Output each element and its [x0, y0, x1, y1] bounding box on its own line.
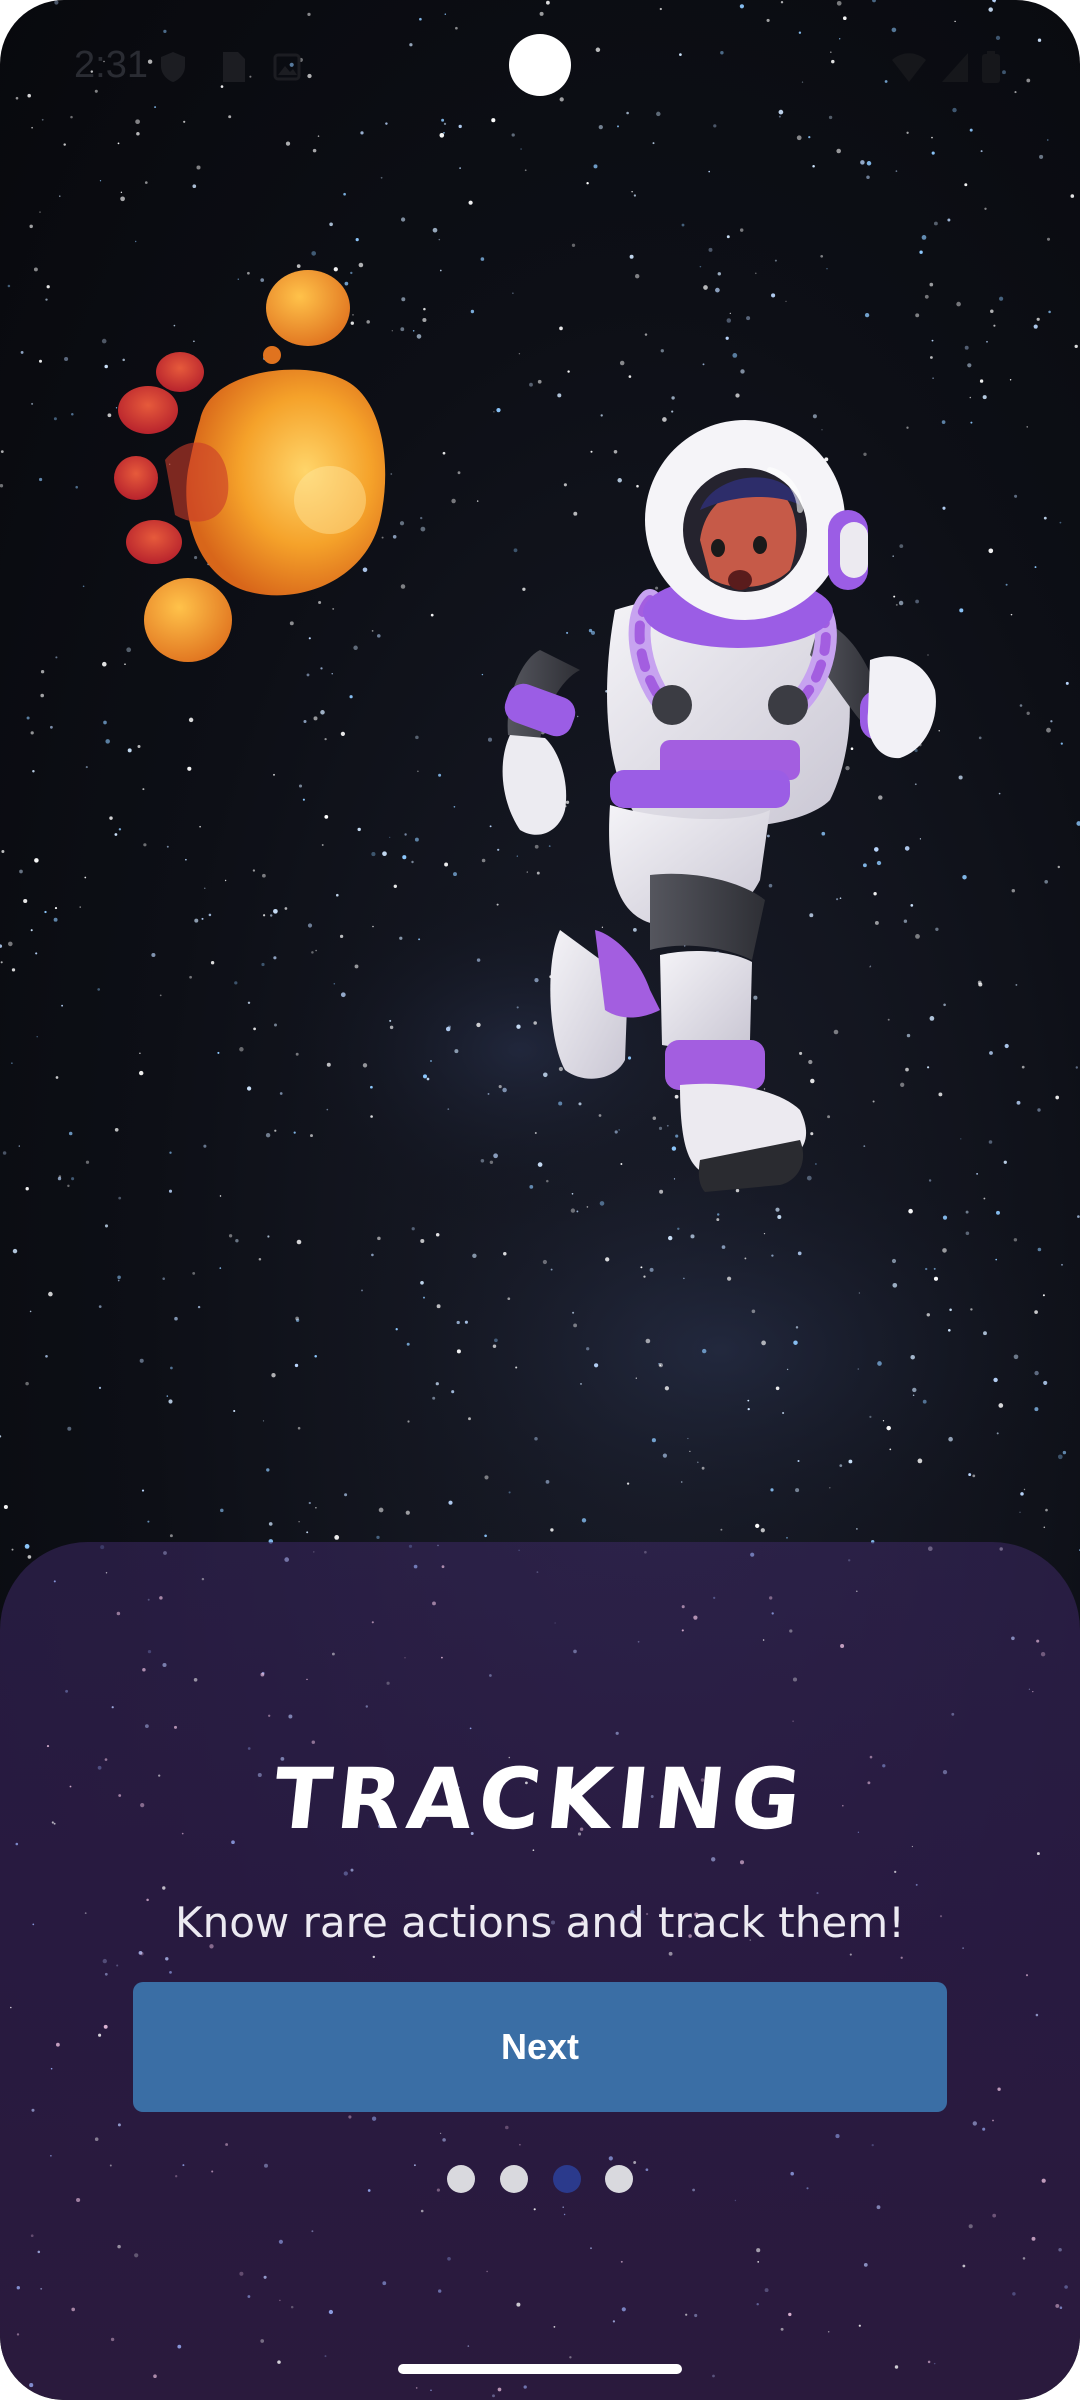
astronaut-icon [502, 420, 936, 1192]
onboarding-screen: 2:31 TRACKING Know rare actions and trac… [0, 0, 1080, 2400]
page-dot-2[interactable] [500, 2165, 528, 2193]
onboarding-card [0, 1542, 1080, 2400]
page-dot-4[interactable] [605, 2165, 633, 2193]
page-indicator [0, 2165, 1080, 2195]
page-dot-3[interactable] [553, 2165, 581, 2193]
next-button[interactable]: Next [133, 1982, 947, 2112]
onboarding-title: TRACKING [268, 1750, 812, 1848]
planet-icon [114, 270, 386, 662]
onboarding-subtitle: Know rare actions and track them! [175, 1898, 905, 1947]
page-dot-1[interactable] [447, 2165, 475, 2193]
home-indicator[interactable] [398, 2364, 682, 2374]
card-starfield [10, 1544, 1068, 2398]
illustration [114, 270, 936, 1192]
